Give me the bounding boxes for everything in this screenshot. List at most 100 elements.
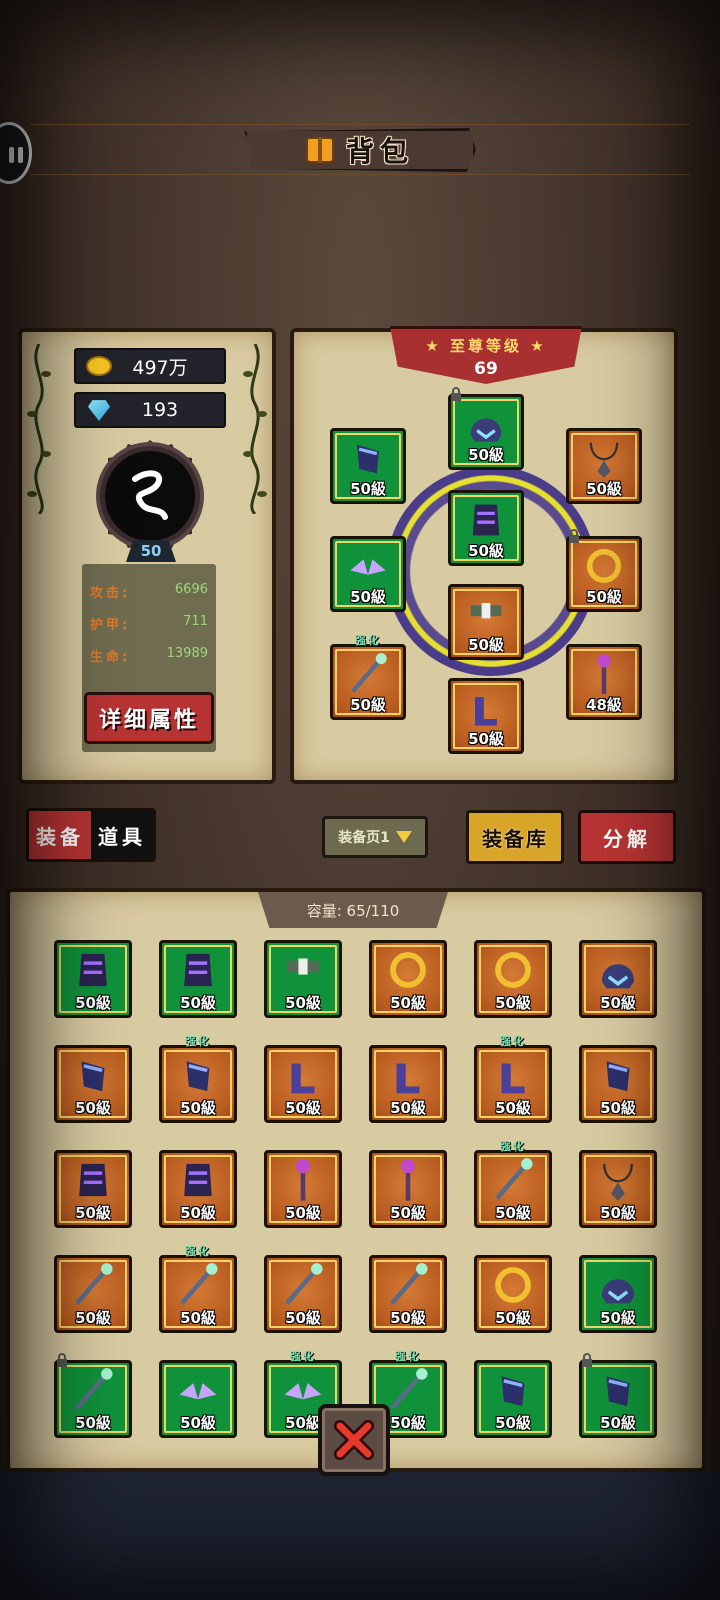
equipped-slot-armor[interactable]: 50級	[448, 490, 524, 566]
inventory-item[interactable]: 50級	[579, 1353, 657, 1438]
item-level: 50級	[75, 1099, 111, 1117]
item-level: 50級	[586, 588, 622, 606]
equipment-page-dropdown[interactable]: 装备页1	[322, 816, 428, 858]
lock-icon	[57, 1353, 67, 1367]
item-level: 50級	[75, 994, 111, 1012]
inventory-item[interactable]: 50級	[159, 1150, 237, 1228]
backpack-icon	[305, 137, 334, 163]
inventory-item[interactable]: 50級	[369, 1045, 447, 1123]
equipped-slot-staff[interactable]: 强化 50級	[330, 634, 406, 720]
item-level: 50級	[75, 1204, 111, 1222]
belt-icon	[286, 958, 320, 975]
item-level: 50級	[390, 994, 426, 1012]
staff-icon	[401, 1159, 415, 1202]
equipped-slot-bracer[interactable]: 50級	[330, 428, 406, 504]
item-level: 50級	[285, 1204, 321, 1222]
armor-icon	[472, 504, 500, 535]
pauldron-icon	[79, 1164, 107, 1197]
item-level: 50級	[468, 636, 504, 654]
dagger-icon	[390, 1263, 428, 1306]
inventory-item[interactable]: 50級	[474, 940, 552, 1018]
claw-icon	[603, 1164, 633, 1202]
equipped-slot-boots[interactable]: 50級	[448, 678, 524, 754]
vine-decoration-left-icon	[27, 344, 51, 514]
inventory-item[interactable]: 50級	[369, 1150, 447, 1228]
enhanced-label: 强化	[185, 1245, 211, 1258]
stat-label: 生命:	[90, 650, 131, 665]
item-level: 50級	[390, 1099, 426, 1117]
vine-decoration-right-icon	[243, 344, 267, 514]
equipped-slot-scepter[interactable]: 48級	[566, 644, 642, 720]
inventory-item[interactable]: 50級	[474, 1255, 552, 1333]
inventory-panel: 50級 50級 50級 50級 50級 50級 50級 强化 50級 50級 50級 强化 50級 50級…	[6, 888, 706, 1472]
equipped-slot-ring[interactable]: 50級	[566, 529, 642, 612]
inventory-item[interactable]: 50級	[264, 1150, 342, 1228]
equipment-warehouse-button[interactable]: 装备库	[466, 810, 564, 864]
tab-equipment[interactable]: 装备	[29, 811, 91, 859]
gauntlet-icon	[186, 1061, 210, 1092]
detail-attributes-button[interactable]: 详细属性	[84, 692, 214, 744]
inventory-item[interactable]: 50級	[159, 1360, 237, 1438]
inventory-item[interactable]: 50級	[264, 1045, 342, 1123]
inventory-item[interactable]: 强化 50級	[159, 1035, 237, 1123]
inventory-item[interactable]: 50級	[579, 940, 657, 1018]
inventory-item[interactable]: 强化 50級	[159, 1245, 237, 1333]
avatar[interactable]	[100, 446, 200, 546]
item-level: 50級	[350, 480, 386, 498]
scepter-icon	[597, 653, 611, 694]
inventory-item[interactable]: 50級	[264, 940, 342, 1018]
stat-label: 护甲:	[90, 618, 131, 633]
equipped-slot-helmet[interactable]: 50級	[448, 387, 524, 470]
enhanced-label: 强化	[185, 1035, 211, 1048]
enhanced-label: 强化	[500, 1035, 526, 1048]
inventory-item[interactable]: 强化 50級	[474, 1140, 552, 1228]
spirit-emblem-icon	[132, 470, 168, 520]
page-title: 背包	[345, 135, 414, 168]
enhanced-label: 强化	[290, 1350, 316, 1363]
close-button[interactable]	[318, 1404, 390, 1476]
equipped-slot-belt[interactable]: 50級	[448, 584, 524, 660]
equipped-slot-necklace[interactable]: 50級	[566, 428, 642, 504]
tab-items[interactable]: 道具	[91, 811, 153, 859]
inventory-item[interactable]: 50級	[579, 1150, 657, 1228]
page-select-label: 装备页1	[338, 830, 390, 846]
inventory-item[interactable]: 50級	[54, 1045, 132, 1123]
staff-icon	[296, 1159, 310, 1202]
inventory-item[interactable]: 50級	[54, 940, 132, 1018]
boots-icon	[396, 1063, 420, 1094]
equipment-panel: ★ 至尊等级 ★ 69 50級 50級 50級 50級 50級 50級 50級 强化 50級 48…	[290, 326, 678, 784]
rank-level: 69	[474, 359, 498, 379]
dismantle-button[interactable]: 分解	[578, 810, 676, 864]
equipped-slot-wings[interactable]: 50級	[330, 536, 406, 612]
necklace-icon	[589, 442, 619, 478]
inventory-item[interactable]: 50級	[369, 940, 447, 1018]
inventory-item[interactable]: 50級	[579, 1045, 657, 1123]
inventory-item[interactable]: 50級	[474, 1360, 552, 1438]
inventory-item[interactable]: 50級	[54, 1255, 132, 1333]
flower-helmet-icon	[601, 1279, 635, 1304]
item-level: 50級	[600, 1309, 636, 1327]
gauntlet-icon	[81, 1061, 105, 1092]
item-level: 50級	[600, 1204, 636, 1222]
item-level: 50級	[495, 1414, 531, 1432]
stat-label: 攻击:	[90, 586, 131, 601]
lock-icon	[451, 387, 461, 401]
inventory-item[interactable]: 50級	[54, 1353, 132, 1438]
inventory-item[interactable]: 50級	[54, 1150, 132, 1228]
item-level: 50級	[600, 1099, 636, 1117]
bracer-icon	[357, 444, 379, 473]
inventory-item[interactable]: 50級	[579, 1255, 657, 1333]
item-level: 50級	[75, 1414, 111, 1432]
helmet-icon	[470, 418, 502, 442]
lock-icon	[569, 529, 579, 543]
boots-icon	[475, 696, 497, 726]
inventory-item[interactable]: 50級	[264, 1255, 342, 1333]
item-level: 50級	[495, 1099, 531, 1117]
inventory-item[interactable]: 强化 50級	[474, 1035, 552, 1123]
inventory-item[interactable]: 50級	[369, 1255, 447, 1333]
staff-icon	[350, 652, 387, 693]
inventory-item[interactable]: 50級	[159, 940, 237, 1018]
diamond-amount: 193	[141, 399, 179, 421]
pause-icon[interactable]	[0, 122, 32, 184]
item-level: 50級	[586, 480, 622, 498]
